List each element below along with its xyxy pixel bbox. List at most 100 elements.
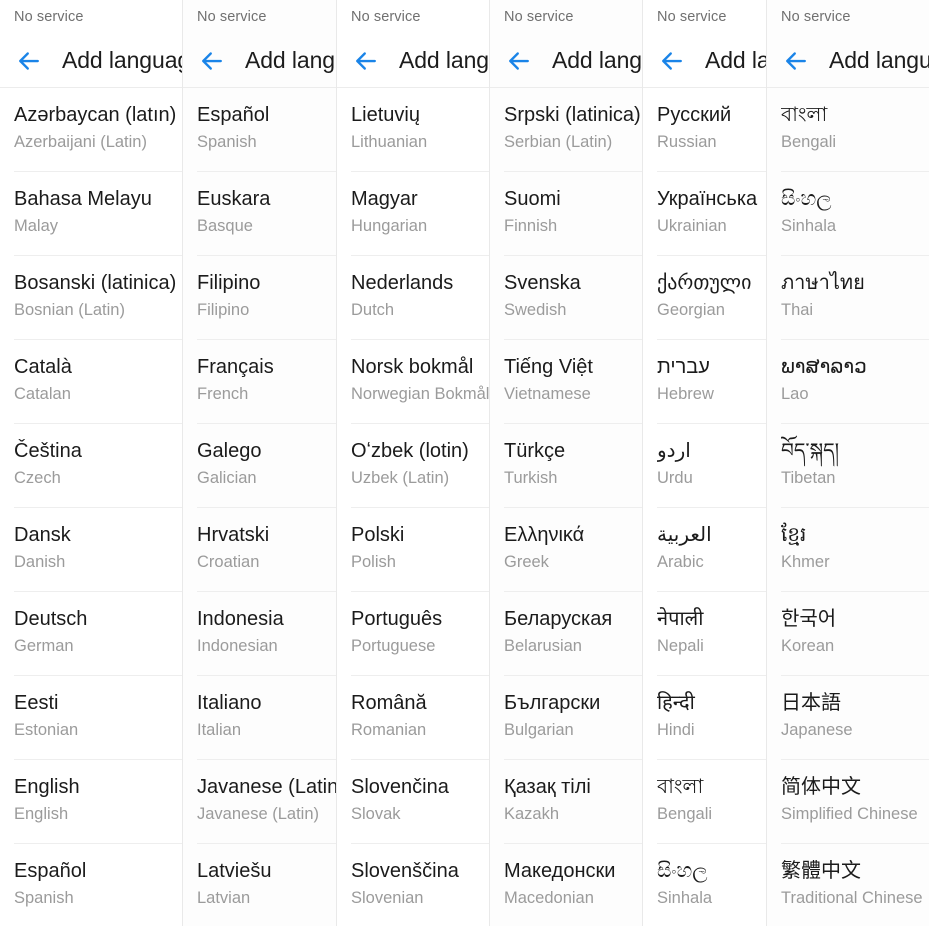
language-list-item[interactable]: Català Catalan <box>14 340 182 424</box>
language-native-name: Nederlands <box>351 272 454 294</box>
language-list-item[interactable]: Македонски Macedonian <box>504 844 642 926</box>
back-arrow-icon[interactable] <box>351 46 381 76</box>
language-list-item[interactable]: 한국어 Korean <box>781 592 929 676</box>
language-list-item[interactable]: বাংলা Bengali <box>657 760 766 844</box>
back-arrow-icon[interactable] <box>657 46 687 76</box>
language-list-item[interactable]: ภาษาไทย Thai <box>781 256 929 340</box>
language-english-name: Swedish <box>504 301 567 319</box>
language-native-name: العربية <box>657 524 712 546</box>
language-list-item[interactable]: اردو Urdu <box>657 424 766 508</box>
language-english-name: Lao <box>781 385 809 403</box>
language-english-name: Hungarian <box>351 217 428 235</box>
language-english-name: Ukrainian <box>657 217 727 235</box>
language-list-item[interactable]: සිංහල Sinhala <box>781 172 929 256</box>
language-list-item[interactable]: Magyar Hungarian <box>351 172 489 256</box>
language-english-name: English <box>14 805 69 823</box>
language-list-item[interactable]: བོད་སྐད། Tibetan <box>781 424 929 508</box>
language-list-item[interactable]: Deutsch German <box>14 592 182 676</box>
language-list-item[interactable]: Javanese (Latin) Javanese (Latin) <box>197 760 336 844</box>
language-list-item[interactable]: Svenska Swedish <box>504 256 642 340</box>
language-list-item[interactable]: Euskara Basque <box>197 172 336 256</box>
back-arrow-icon[interactable] <box>197 46 227 76</box>
language-list-item[interactable]: 日本語 Japanese <box>781 676 929 760</box>
language-list-item[interactable]: Slovenčina Slovak <box>351 760 489 844</box>
language-native-name: Latviešu <box>197 860 272 882</box>
language-english-name: Simplified Chinese <box>781 805 918 823</box>
language-list-item[interactable]: Bosanski (latinica) Bosnian (Latin) <box>14 256 182 340</box>
language-list-item[interactable]: Slovenščina Slovenian <box>351 844 489 926</box>
language-list-item[interactable]: Dansk Danish <box>14 508 182 592</box>
language-list-item[interactable]: नेपाली Nepali <box>657 592 766 676</box>
language-list-item[interactable]: ພາສາລາວ Lao <box>781 340 929 424</box>
language-english-name: Indonesian <box>197 637 278 655</box>
language-list-item[interactable]: עברית Hebrew <box>657 340 766 424</box>
language-native-name: Polski <box>351 524 405 546</box>
language-native-name: 繁體中文 <box>781 860 861 882</box>
language-list-item[interactable]: Eesti Estonian <box>14 676 182 760</box>
language-list-item[interactable]: Polski Polish <box>351 508 489 592</box>
language-english-name: Slovak <box>351 805 401 823</box>
language-list-item[interactable]: हिन्दी Hindi <box>657 676 766 760</box>
language-list-item[interactable]: Čeština Czech <box>14 424 182 508</box>
language-english-name: Czech <box>14 469 61 487</box>
language-english-name: Bengali <box>657 805 713 823</box>
language-english-name: Arabic <box>657 553 704 571</box>
language-list-item[interactable]: Nederlands Dutch <box>351 256 489 340</box>
language-native-name: Türkçe <box>504 440 566 462</box>
back-arrow-icon[interactable] <box>14 46 44 76</box>
language-list-item[interactable]: Русский Russian <box>657 88 766 172</box>
language-list-item[interactable]: Română Romanian <box>351 676 489 760</box>
language-list-item[interactable]: Български Bulgarian <box>504 676 642 760</box>
language-list-item[interactable]: Español Spanish <box>14 844 182 926</box>
page-title: Add language <box>399 47 489 73</box>
language-list-item[interactable]: 繁體中文 Traditional Chinese <box>781 844 929 926</box>
back-arrow-icon[interactable] <box>504 46 534 76</box>
language-english-name: Basque <box>197 217 253 235</box>
language-list-item[interactable]: සිංහල Sinhala <box>657 844 766 926</box>
language-list-item[interactable]: Ελληνικά Greek <box>504 508 642 592</box>
language-list-item[interactable]: Português Portuguese <box>351 592 489 676</box>
language-list-item[interactable]: Srpski (latinica) Serbian (Latin) <box>504 88 642 172</box>
language-list-item[interactable]: ქართული Georgian <box>657 256 766 340</box>
language-english-name: Filipino <box>197 301 250 319</box>
back-arrow-icon[interactable] <box>781 46 811 76</box>
language-list-item[interactable]: 简体中文 Simplified Chinese <box>781 760 929 844</box>
app-bar: Add language <box>0 34 182 88</box>
phone-screen: No serviceAdd languageSrpski (latinica)S… <box>490 0 642 926</box>
language-list-item[interactable]: Galego Galician <box>197 424 336 508</box>
language-list-item[interactable]: العربية Arabic <box>657 508 766 592</box>
language-list-item[interactable]: Filipino Filipino <box>197 256 336 340</box>
language-english-name: Slovenian <box>351 889 424 907</box>
language-list-item[interactable]: Lietuvių Lithuanian <box>351 88 489 172</box>
language-native-name: සිංහල <box>657 860 708 882</box>
language-native-name: Español <box>197 104 270 126</box>
language-list-item[interactable]: Indonesia Indonesian <box>197 592 336 676</box>
language-list-item[interactable]: Türkçe Turkish <box>504 424 642 508</box>
language-list-item[interactable]: Norsk bokmål Norwegian Bokmål <box>351 340 489 424</box>
language-list-item[interactable]: Українська Ukrainian <box>657 172 766 256</box>
language-list-item[interactable]: ខ្មែរ Khmer <box>781 508 929 592</box>
language-list-item[interactable]: Hrvatski Croatian <box>197 508 336 592</box>
language-native-name: Français <box>197 356 274 378</box>
language-list-item[interactable]: Latviešu Latvian <box>197 844 336 926</box>
language-list-item[interactable]: Беларуская Belarusian <box>504 592 642 676</box>
language-list-item[interactable]: Français French <box>197 340 336 424</box>
language-list-item[interactable]: Bahasa Melayu Malay <box>14 172 182 256</box>
language-native-name: Suomi <box>504 188 561 210</box>
language-list-item[interactable]: Oʻzbek (lotin) Uzbek (Latin) <box>351 424 489 508</box>
status-bar: No service <box>337 0 489 34</box>
language-list-item[interactable]: Italiano Italian <box>197 676 336 760</box>
language-list-item[interactable]: Azərbaycan (latın) Azerbaijani (Latin) <box>14 88 182 172</box>
language-english-name: Portuguese <box>351 637 436 655</box>
language-list-item[interactable]: বাংলা Bengali <box>781 88 929 172</box>
language-native-name: Filipino <box>197 272 261 294</box>
language-list-item[interactable]: Қазақ тілі Kazakh <box>504 760 642 844</box>
language-native-name: ខ្មែរ <box>781 524 807 546</box>
language-native-name: 日本語 <box>781 692 841 714</box>
language-native-name: Slovenčina <box>351 776 449 798</box>
language-list-item[interactable]: Suomi Finnish <box>504 172 642 256</box>
language-list-item[interactable]: English English <box>14 760 182 844</box>
language-english-name: Dutch <box>351 301 395 319</box>
language-list-item[interactable]: Tiếng Việt Vietnamese <box>504 340 642 424</box>
language-list-item[interactable]: Español Spanish <box>197 88 336 172</box>
